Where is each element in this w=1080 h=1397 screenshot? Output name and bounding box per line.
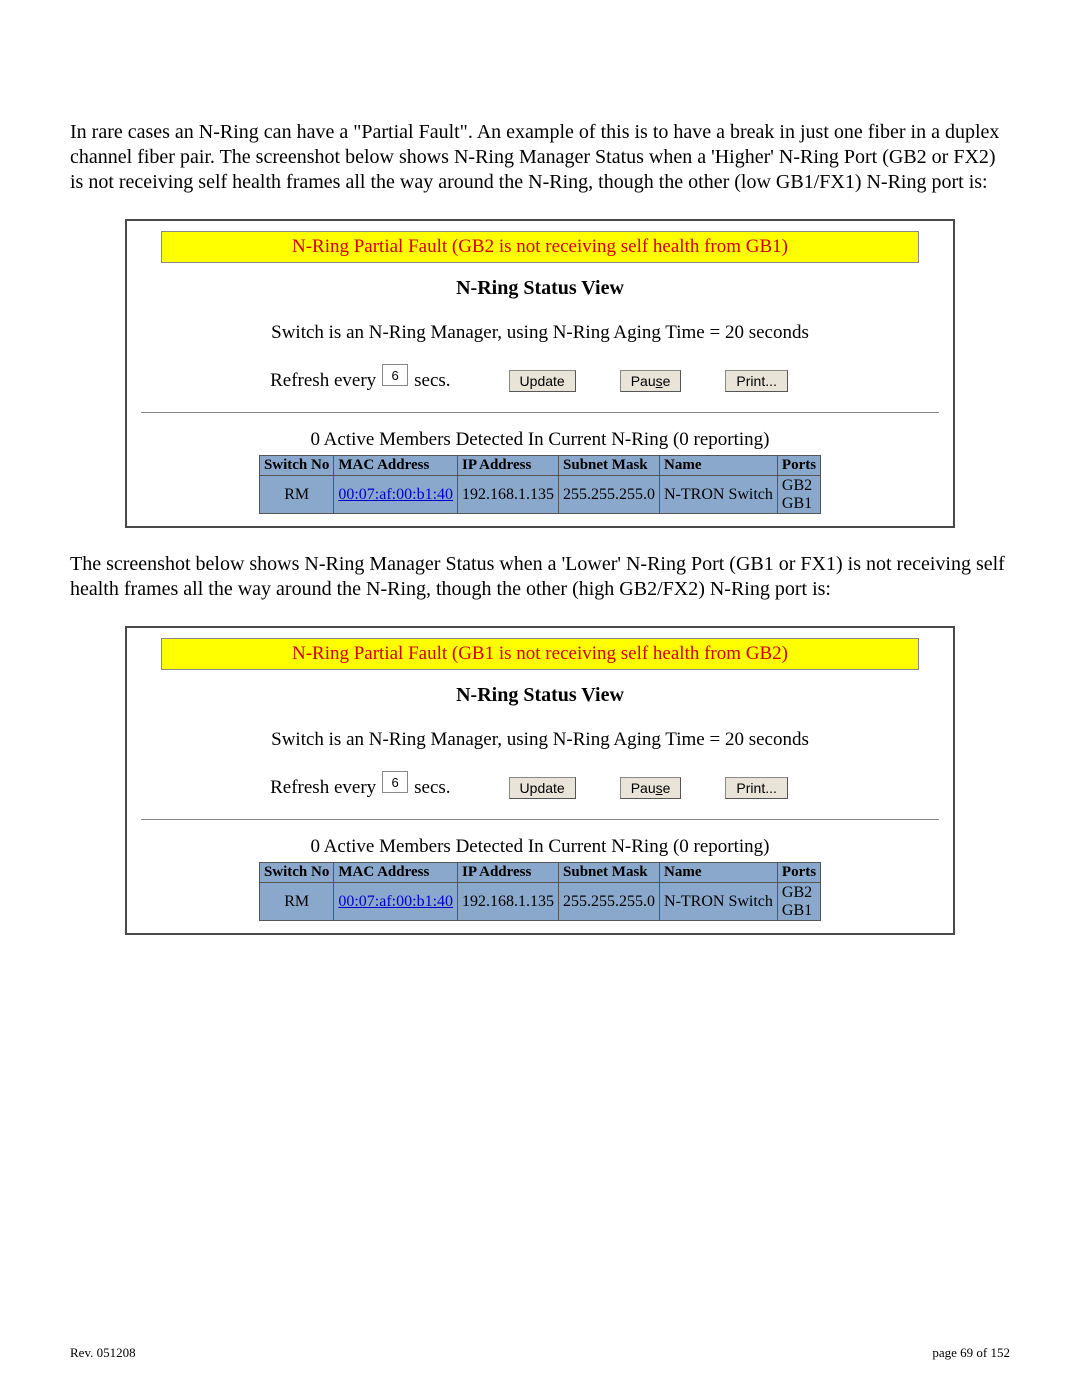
members-detected: 0 Active Members Detected In Current N-R… [141,429,939,451]
col-switch-no: Switch No [259,863,333,883]
intro-paragraph-1: In rare cases an N-Ring can have a "Part… [70,120,1010,195]
panel-title: N-Ring Status View [141,684,939,707]
members-table: Switch No MAC Address IP Address Subnet … [259,455,821,514]
cell-name: N-TRON Switch [660,476,778,514]
print-button[interactable]: Print... [725,370,787,392]
members-detected: 0 Active Members Detected In Current N-R… [141,836,939,858]
panel-subtitle: Switch is an N-Ring Manager, using N-Rin… [141,322,939,344]
panel-title: N-Ring Status View [141,277,939,300]
mac-link[interactable]: 00:07:af:00:b1:40 [338,486,453,503]
table-row: RM 00:07:af:00:b1:40 192.168.1.135 255.2… [259,883,820,921]
table-row: RM 00:07:af:00:b1:40 192.168.1.135 255.2… [259,476,820,514]
nring-panel-1: N-Ring Partial Fault (GB2 is not receivi… [125,219,955,528]
table-header-row: Switch No MAC Address IP Address Subnet … [259,863,820,883]
secs-label: secs. [414,370,450,392]
refresh-label: Refresh every [270,777,376,799]
col-mac: MAC Address [334,456,458,476]
col-mask: Subnet Mask [559,863,660,883]
cell-mac: 00:07:af:00:b1:40 [334,883,458,921]
col-ip: IP Address [458,456,559,476]
update-button[interactable]: Update [509,777,576,799]
page-footer: Rev. 051208 page 69 of 152 [70,1345,1010,1361]
col-ports: Ports [777,863,820,883]
col-ip: IP Address [458,863,559,883]
cell-mask: 255.255.255.0 [559,476,660,514]
secs-label: secs. [414,777,450,799]
pause-button[interactable]: Pause [620,370,682,392]
controls-row: Refresh every secs. Update Pause Print..… [141,777,939,807]
revision-label: Rev. 051208 [70,1345,136,1361]
col-ports: Ports [777,456,820,476]
cell-switch-no: RM [259,883,333,921]
cell-ports: GB2GB1 [777,476,820,514]
col-name: Name [660,863,778,883]
separator [141,819,939,820]
refresh-seconds-input[interactable] [382,771,408,793]
cell-name: N-TRON Switch [660,883,778,921]
nring-panel-2: N-Ring Partial Fault (GB1 is not receivi… [125,626,955,935]
alert-banner: N-Ring Partial Fault (GB1 is not receivi… [161,638,919,670]
alert-banner: N-Ring Partial Fault (GB2 is not receivi… [161,231,919,263]
cell-mac: 00:07:af:00:b1:40 [334,476,458,514]
col-switch-no: Switch No [259,456,333,476]
col-mask: Subnet Mask [559,456,660,476]
col-name: Name [660,456,778,476]
cell-ip: 192.168.1.135 [458,883,559,921]
pause-button[interactable]: Pause [620,777,682,799]
table-header-row: Switch No MAC Address IP Address Subnet … [259,456,820,476]
cell-mask: 255.255.255.0 [559,883,660,921]
cell-ports: GB2GB1 [777,883,820,921]
refresh-seconds-input[interactable] [382,364,408,386]
refresh-label: Refresh every [270,370,376,392]
intro-paragraph-2: The screenshot below shows N-Ring Manage… [70,552,1010,602]
members-table: Switch No MAC Address IP Address Subnet … [259,862,821,921]
update-button[interactable]: Update [509,370,576,392]
page-number: page 69 of 152 [932,1345,1010,1361]
separator [141,412,939,413]
mac-link[interactable]: 00:07:af:00:b1:40 [338,893,453,910]
panel-subtitle: Switch is an N-Ring Manager, using N-Rin… [141,729,939,751]
cell-switch-no: RM [259,476,333,514]
controls-row: Refresh every secs. Update Pause Print..… [141,370,939,400]
col-mac: MAC Address [334,863,458,883]
print-button[interactable]: Print... [725,777,787,799]
cell-ip: 192.168.1.135 [458,476,559,514]
